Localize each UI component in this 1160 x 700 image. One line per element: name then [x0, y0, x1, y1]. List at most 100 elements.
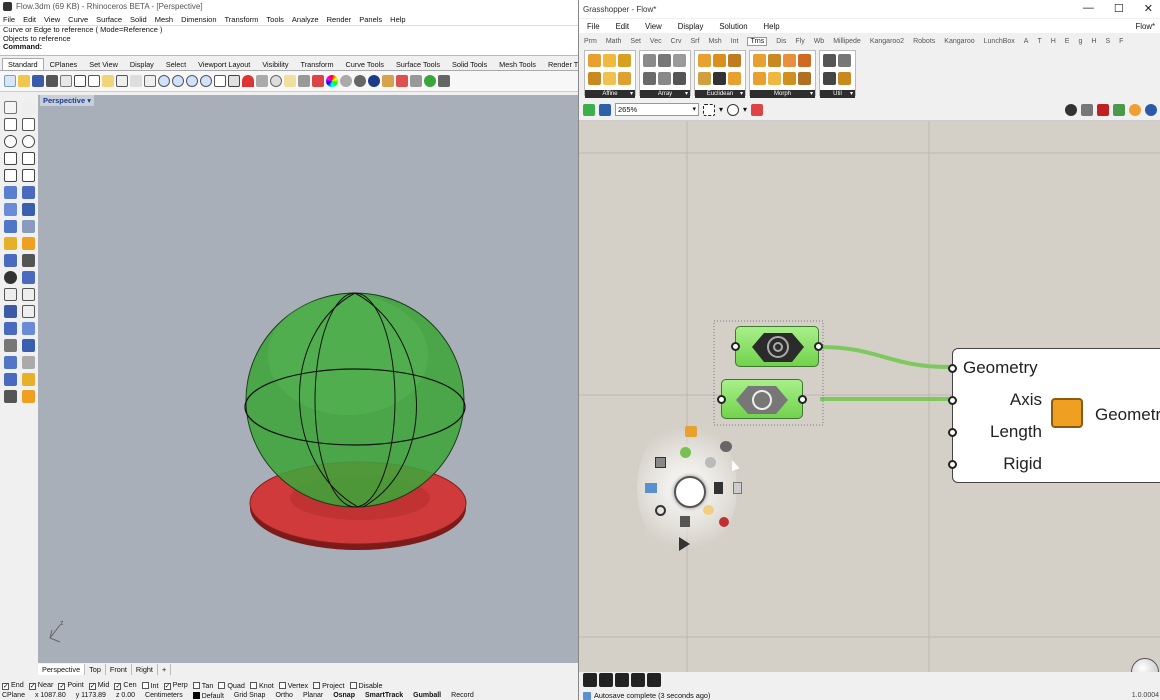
lights-icon[interactable] — [242, 75, 254, 87]
radial-menu[interactable] — [637, 419, 742, 557]
rotate-view-icon[interactable] — [214, 75, 226, 87]
tab-display[interactable]: Display — [124, 58, 160, 70]
menu-dimension[interactable]: Dimension — [181, 15, 216, 24]
explode-tool-icon[interactable] — [4, 237, 17, 250]
copy-icon[interactable] — [88, 75, 100, 87]
flow-tool-icon[interactable] — [22, 373, 35, 386]
ellipse-tool-icon[interactable] — [22, 135, 35, 148]
gh-tab-trns[interactable]: Trns — [747, 37, 768, 46]
project-component-icon[interactable] — [618, 54, 631, 67]
lock-icon[interactable] — [298, 75, 310, 87]
status-new-icon[interactable] — [583, 673, 597, 687]
rotate-component-icon[interactable] — [588, 54, 601, 67]
toggle-smarttrack[interactable]: SmartTrack — [365, 692, 403, 699]
tab-select[interactable]: Select — [160, 58, 192, 70]
gh-tab-kangaroo2[interactable]: Kangaroo2 — [870, 38, 904, 45]
radial-pin-icon[interactable] — [719, 517, 729, 527]
layer-icon[interactable] — [312, 75, 324, 87]
gh-menu-edit[interactable]: Edit — [616, 22, 629, 31]
tab-mesh-tools[interactable]: Mesh Tools — [493, 58, 542, 70]
osnap-near[interactable]: ✓ Near — [28, 680, 53, 690]
pan-hand-icon[interactable] — [130, 75, 142, 87]
menu-edit[interactable]: Edit — [23, 15, 36, 24]
command-area[interactable]: Curve or Edge to reference ( Mode=Refere… — [0, 25, 578, 56]
box-array-icon[interactable] — [658, 72, 671, 85]
osnap-knot[interactable]: Knot — [249, 681, 274, 690]
shaded-ball-icon[interactable] — [354, 75, 366, 87]
trim-tool-icon[interactable] — [22, 237, 35, 250]
document-preview-icon[interactable] — [1113, 103, 1125, 116]
curve-param-component[interactable] — [717, 379, 807, 419]
chevron-down-icon[interactable]: ▾ — [743, 105, 747, 114]
status-units[interactable]: Centimeters — [145, 692, 183, 699]
osnap-mid[interactable]: ✓ Mid — [88, 680, 109, 690]
save-file-icon[interactable] — [599, 103, 611, 116]
save-icon[interactable] — [32, 75, 44, 87]
tab-standard[interactable]: Standard — [2, 58, 44, 70]
zoom-extents-icon[interactable] — [703, 103, 715, 116]
status-sketch-icon[interactable] — [647, 673, 661, 687]
radial-preview-icon[interactable] — [733, 482, 742, 494]
open-file-icon[interactable] — [583, 103, 595, 116]
output-port[interactable] — [798, 395, 807, 404]
box-morph-icon[interactable] — [753, 54, 766, 67]
gh-tab-crv[interactable]: Crv — [671, 38, 682, 45]
gh-tab-a[interactable]: A — [1024, 38, 1029, 45]
input-port-geometry[interactable] — [948, 364, 957, 373]
status-cplane[interactable]: CPlane — [2, 692, 25, 699]
tab-surface-tools[interactable]: Surface Tools — [390, 58, 446, 70]
status-preview-icon[interactable] — [615, 673, 629, 687]
print-icon[interactable] — [46, 75, 58, 87]
grid-tool-icon[interactable] — [4, 356, 17, 369]
boolean-tool-icon[interactable] — [22, 203, 35, 216]
radial-cluster-icon[interactable] — [680, 447, 691, 458]
viewport-title-dropdown[interactable]: Perspective ▾ — [40, 95, 94, 106]
move-away-icon[interactable] — [698, 72, 711, 85]
preview-shaded-icon[interactable] — [1081, 103, 1093, 116]
input-port[interactable] — [731, 342, 740, 351]
drafting-tool-icon[interactable] — [22, 356, 35, 369]
text-tool-icon[interactable] — [4, 305, 17, 318]
fillet-tool-icon[interactable] — [22, 220, 35, 233]
menu-tools[interactable]: Tools — [266, 15, 284, 24]
radial-bake-icon[interactable] — [714, 482, 723, 494]
gh-tab-f[interactable]: F — [1119, 38, 1123, 45]
gh-menu-solution[interactable]: Solution — [719, 22, 747, 31]
status-layer[interactable]: Default — [192, 691, 224, 700]
four-viewports-icon[interactable] — [228, 75, 240, 87]
rotate-3d-icon[interactable] — [728, 72, 741, 85]
cage-tool-icon[interactable] — [4, 373, 17, 386]
flow-component[interactable]: Geometry Axis Length Rigid Geometr — [948, 348, 1160, 483]
menu-help[interactable]: Help — [390, 15, 405, 24]
group-array-label[interactable]: Array — [640, 90, 690, 98]
gh-menu-help[interactable]: Help — [764, 22, 780, 31]
freeform-tool-icon[interactable] — [22, 169, 35, 182]
map-to-surface-icon[interactable] — [768, 72, 781, 85]
transform-icon[interactable] — [838, 72, 851, 85]
radial-play-icon[interactable] — [679, 537, 690, 551]
gh-tab-millipede[interactable]: Millipede — [833, 38, 861, 45]
curve-icon[interactable] — [22, 118, 35, 131]
layout-tool-icon[interactable] — [22, 322, 35, 335]
radial-image-icon[interactable] — [645, 483, 657, 493]
mesh-tool-icon[interactable] — [4, 220, 17, 233]
toggle-grid-snap[interactable]: Grid Snap — [234, 692, 266, 699]
output-port[interactable] — [814, 342, 823, 351]
gh-tab-srf[interactable]: Srf — [691, 38, 700, 45]
analyze-tool-icon[interactable] — [4, 339, 17, 352]
split-transform-icon[interactable] — [838, 54, 851, 67]
bulb-icon[interactable] — [284, 75, 296, 87]
gh-tab-kangaroo[interactable]: Kangaroo — [944, 38, 974, 45]
menu-panels[interactable]: Panels — [359, 15, 382, 24]
tab-cplanes[interactable]: CPlanes — [44, 58, 84, 70]
point-icon[interactable] — [22, 101, 35, 114]
preview-eye-icon[interactable] — [727, 103, 740, 116]
zoom-selected-icon[interactable] — [200, 75, 212, 87]
more-icon[interactable] — [438, 75, 450, 87]
gh-tab-fly[interactable]: Fly — [795, 38, 804, 45]
radial-settings-icon[interactable] — [655, 457, 666, 468]
zoom-icon[interactable] — [158, 75, 170, 87]
menu-transform[interactable]: Transform — [225, 15, 259, 24]
radial-mesh-icon[interactable] — [720, 441, 732, 452]
menu-mesh[interactable]: Mesh — [155, 15, 173, 24]
